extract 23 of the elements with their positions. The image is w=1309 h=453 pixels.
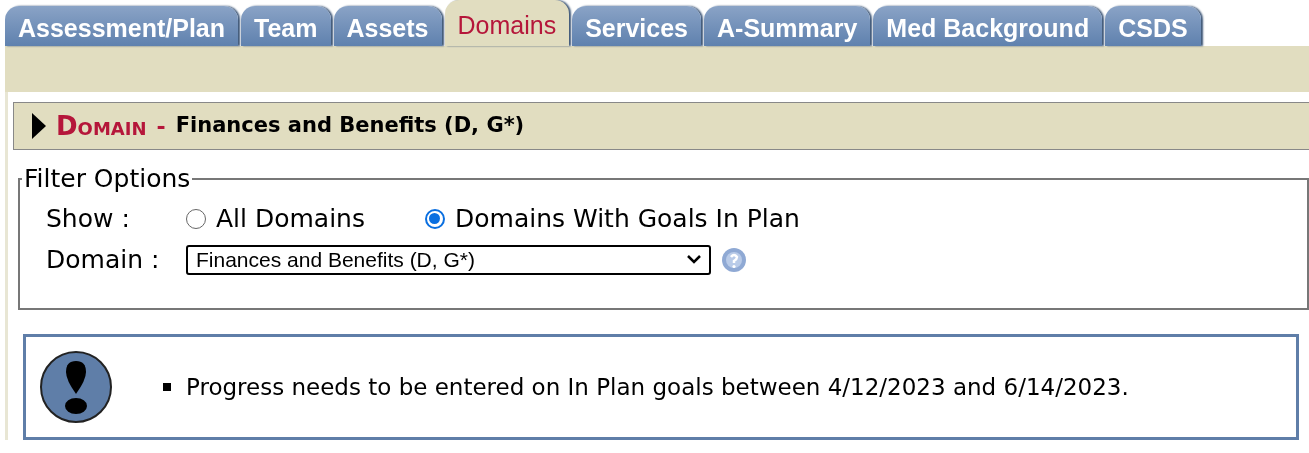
tab[interactable]: Team [241, 6, 331, 46]
tab[interactable]: Assets [333, 6, 442, 46]
tab[interactable]: Assessment/Plan [5, 6, 239, 46]
radio-button[interactable] [425, 208, 445, 229]
section-title: Finances and Benefits (D, G*) [175, 112, 525, 140]
radio-option[interactable]: Domains With Goals In Plan [425, 199, 800, 238]
filter-legend: Filter Options [22, 160, 193, 198]
section-label: Domain [56, 109, 147, 143]
separator: - [156, 112, 166, 141]
domain-label: Domain : [46, 243, 161, 276]
tab[interactable]: Med Background [873, 6, 1103, 46]
tab[interactable]: CSDS [1105, 6, 1201, 46]
tab[interactable]: Services [572, 6, 702, 46]
bullet-icon [163, 383, 171, 391]
message-text: Progress needs to be entered on In Plan goals between 4/12/2023 and 6/14/2023. [186, 372, 1129, 402]
domain-select[interactable]: Finances and Benefits (D, G*) [186, 244, 711, 275]
radio-option[interactable]: All Domains [186, 199, 365, 238]
tab[interactable]: A-Summary [704, 6, 871, 46]
caret-right-icon[interactable] [32, 113, 46, 139]
tab[interactable]: Domains [444, 0, 570, 46]
chevron-down-icon [687, 255, 701, 264]
show-label: Show : [46, 202, 131, 235]
exclamation-icon [39, 350, 113, 424]
